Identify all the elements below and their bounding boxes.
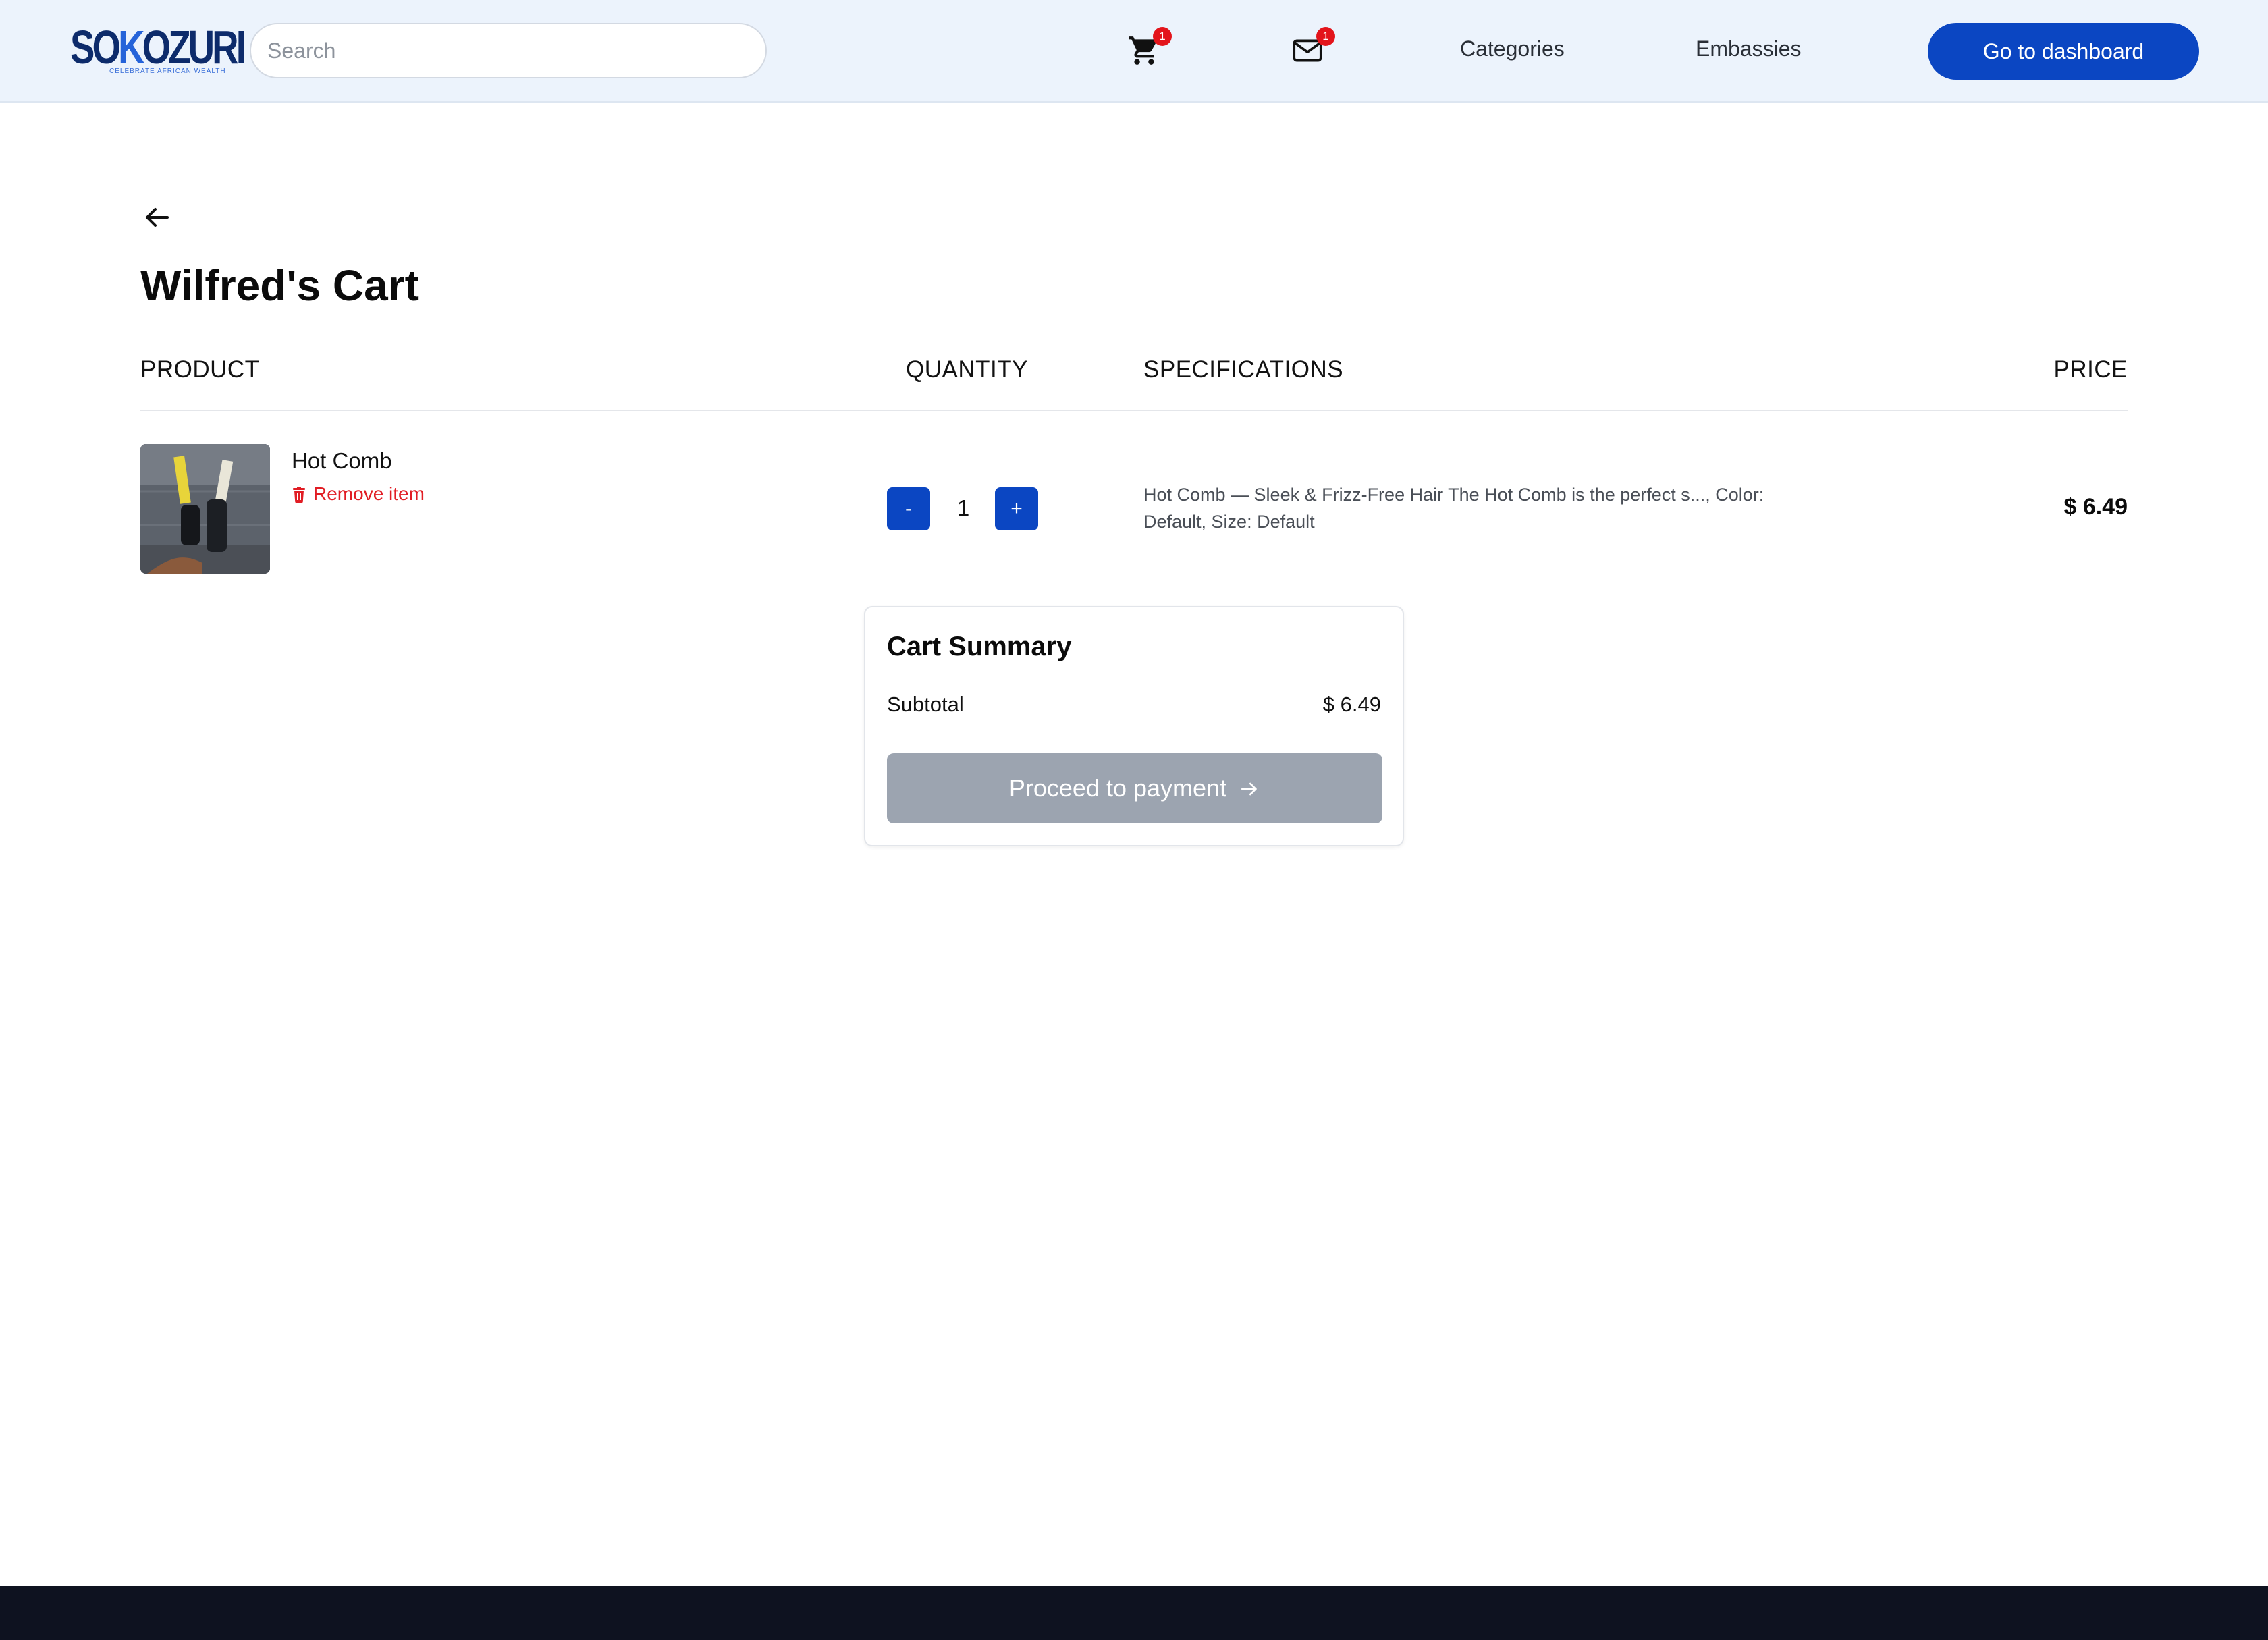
nav-embassies-link[interactable]: Embassies	[1696, 36, 1802, 61]
logo-wordmark: SOKOZURI	[70, 21, 246, 74]
column-header-product: PRODUCT	[140, 356, 260, 383]
table-divider	[140, 410, 2128, 411]
top-navbar: SOKOZURI CELEBRATE AFRICAN WEALTH 1 1 Ca…	[0, 0, 2268, 103]
quantity-value: 1	[956, 495, 970, 520]
sokozuri-logo[interactable]: SOKOZURI CELEBRATE AFRICAN WEALTH	[70, 20, 246, 78]
remove-item-label: Remove item	[313, 483, 425, 504]
subtotal-label: Subtotal	[887, 692, 964, 716]
page-footer	[0, 1586, 2268, 1640]
arrow-right-icon	[1241, 782, 1257, 796]
increase-quantity-button[interactable]: +	[995, 487, 1038, 530]
product-thumbnail[interactable]	[140, 444, 270, 574]
page-title: Wilfred's Cart	[140, 261, 419, 310]
cart-summary-title: Cart Summary	[887, 632, 1072, 661]
decrease-quantity-button[interactable]: -	[887, 487, 930, 530]
remove-item-button[interactable]: Remove item	[292, 483, 425, 505]
arrow-left-icon	[146, 208, 169, 227]
messages-button[interactable]: 1	[1291, 27, 1335, 72]
search-input[interactable]	[250, 23, 767, 78]
cart-count-badge: 1	[1153, 27, 1172, 46]
column-header-quantity: QUANTITY	[906, 356, 1028, 383]
back-button[interactable]	[140, 201, 173, 234]
product-name[interactable]: Hot Comb	[292, 448, 392, 474]
subtotal-value: $ 6.49	[1322, 692, 1381, 716]
trash-icon	[293, 487, 305, 503]
messages-count-badge: 1	[1316, 27, 1335, 46]
logo-tagline: CELEBRATE AFRICAN WEALTH	[109, 67, 226, 75]
product-price: $ 6.49	[2063, 494, 2128, 520]
go-to-dashboard-button[interactable]: Go to dashboard	[1928, 23, 2199, 80]
column-header-price: PRICE	[2053, 356, 2128, 383]
product-image	[140, 444, 270, 574]
nav-categories-link[interactable]: Categories	[1460, 36, 1565, 61]
product-specifications: Hot Comb — Sleek & Frizz-Free Hair The H…	[1143, 485, 1764, 532]
proceed-to-payment-label: Proceed to payment	[1008, 774, 1227, 802]
cart-button[interactable]: 1	[1127, 27, 1172, 72]
cart-summary-card: Cart Summary Subtotal $ 6.49 Proceed to …	[864, 606, 1404, 846]
column-header-specifications: SPECIFICATIONS	[1143, 356, 1344, 383]
proceed-to-payment-button[interactable]: Proceed to payment	[887, 753, 1382, 823]
